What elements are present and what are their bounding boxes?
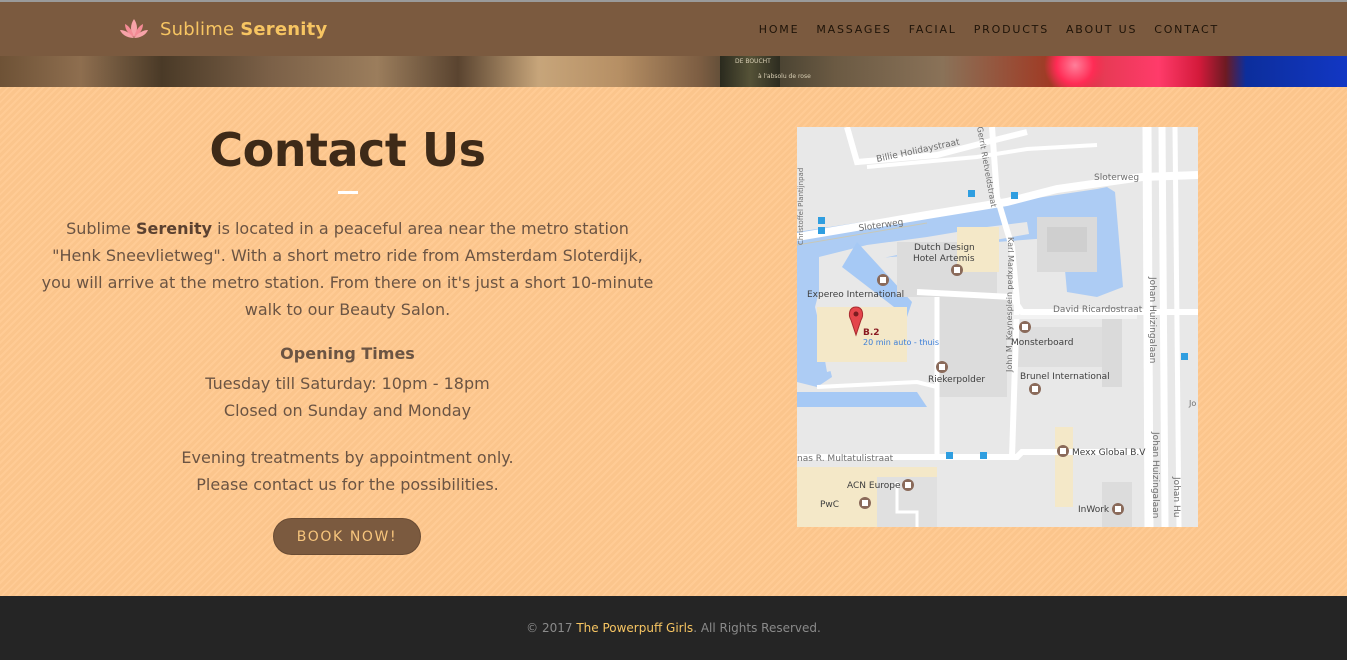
- map-label-multatuli: nas R. Multatulistraat: [797, 454, 894, 464]
- map-label-jo: Jo: [1188, 399, 1196, 408]
- map-label-karl: Karl Marxpad: [1006, 237, 1015, 290]
- hero-label-bottom: à l'absolu de rose: [758, 73, 811, 80]
- brand-name: Sublime Serenity: [160, 19, 327, 40]
- location-paragraph: Sublime Serenity is located in a peacefu…: [40, 215, 655, 323]
- map-label-sloterweg-top: Sloterweg: [1094, 173, 1139, 183]
- nav-item-about-us[interactable]: ABOUT US: [1066, 23, 1137, 36]
- map-label-huizinga-3: Johan Hu: [1171, 476, 1181, 517]
- nav-item-home[interactable]: HOME: [759, 23, 800, 36]
- copyright-suffix: . All Rights Reserved.: [693, 621, 821, 635]
- main-nav: HOME MASSAGES FACIAL PRODUCTS ABOUT US C…: [742, 2, 1219, 56]
- map-label-keynes: John M. Keynesplein: [1005, 292, 1014, 373]
- intro-brand-regular: Sublime: [66, 219, 131, 238]
- map-label-david: David Ricardostraat: [1053, 305, 1143, 315]
- nav-item-products[interactable]: PRODUCTS: [974, 23, 1049, 36]
- brand-link[interactable]: Sublime Serenity: [118, 15, 327, 43]
- nav-item-facial[interactable]: FACIAL: [909, 23, 957, 36]
- hero-label-top: DE BOUCHT: [735, 58, 771, 65]
- map-label-dutch-design-2: Hotel Artemis: [913, 254, 975, 264]
- opening-times-heading: Opening Times: [280, 344, 415, 363]
- map-label-monsterboard: Monsterboard: [1011, 338, 1073, 348]
- map-marker-label: B.2: [863, 328, 880, 338]
- intro-brand-bold: Serenity: [135, 219, 213, 238]
- map-label-planting: Christoffel Plantijnpad: [797, 168, 805, 245]
- map-label-huizinga-1: Johan Huizingalaan: [1147, 276, 1157, 363]
- map-canvas[interactable]: Billie Holidaystraat Sloterweg Sloterweg…: [797, 127, 1198, 527]
- footer-link[interactable]: The Powerpuff Girls: [576, 621, 693, 635]
- map-label-inwork: InWork: [1078, 505, 1110, 515]
- evening-line-2: Please contact us for the possibilities.: [196, 475, 499, 494]
- navbar: Sublime Serenity HOME MASSAGES FACIAL PR…: [0, 2, 1347, 56]
- contact-section: Contact Us Sublime Serenity is located i…: [0, 87, 1347, 596]
- hours-line-closed: Closed on Sunday and Monday: [223, 401, 472, 420]
- hours-line-weekdays: Tuesday till Saturday: 10pm - 18pm: [205, 374, 490, 393]
- evening-line-1: Evening treatments by appointment only.: [181, 448, 514, 467]
- nav-item-massages[interactable]: MASSAGES: [816, 23, 891, 36]
- map-label-mexx: Mexx Global B.V: [1072, 448, 1146, 458]
- page-title: Contact Us: [209, 123, 486, 177]
- map-label-expereo: Expereo International: [807, 290, 904, 300]
- map-label-acn: ACN Europe: [847, 481, 901, 491]
- copyright-prefix: © 2017: [526, 621, 577, 635]
- copyright-text: © 2017 The Powerpuff Girls. All Rights R…: [526, 621, 821, 635]
- map-label-dutch-design-1: Dutch Design: [914, 243, 975, 253]
- hero-image-strip: DE BOUCHT à l'absolu de rose: [0, 56, 1347, 87]
- book-now-button[interactable]: BOOK NOW!: [273, 518, 421, 555]
- opening-hours: Tuesday till Saturday: 10pm - 18pm Close…: [40, 370, 655, 424]
- map-label-huizinga-2: Johan Huizingalaan: [1150, 431, 1160, 518]
- brand-name-regular: Sublime: [160, 18, 235, 40]
- footer: © 2017 The Powerpuff Girls. All Rights R…: [0, 596, 1347, 660]
- brand-name-bold: Serenity: [240, 18, 328, 40]
- map-label-riekerpolder: Riekerpolder: [928, 375, 985, 385]
- evening-info: Evening treatments by appointment only. …: [40, 444, 655, 498]
- lotus-icon: [120, 19, 148, 38]
- nav-item-contact[interactable]: CONTACT: [1154, 23, 1219, 36]
- location-map[interactable]: Billie Holidaystraat Sloterweg Sloterweg…: [797, 127, 1198, 527]
- intro-text: is located in a peaceful area near the m…: [41, 219, 654, 319]
- map-label-brunel: Brunel International: [1020, 372, 1110, 382]
- map-label-pwc: PwC: [820, 500, 839, 510]
- hero-candle-glow: [1040, 56, 1110, 87]
- map-marker-sublabel: 20 min auto - thuis: [863, 338, 939, 347]
- title-divider: [338, 191, 358, 194]
